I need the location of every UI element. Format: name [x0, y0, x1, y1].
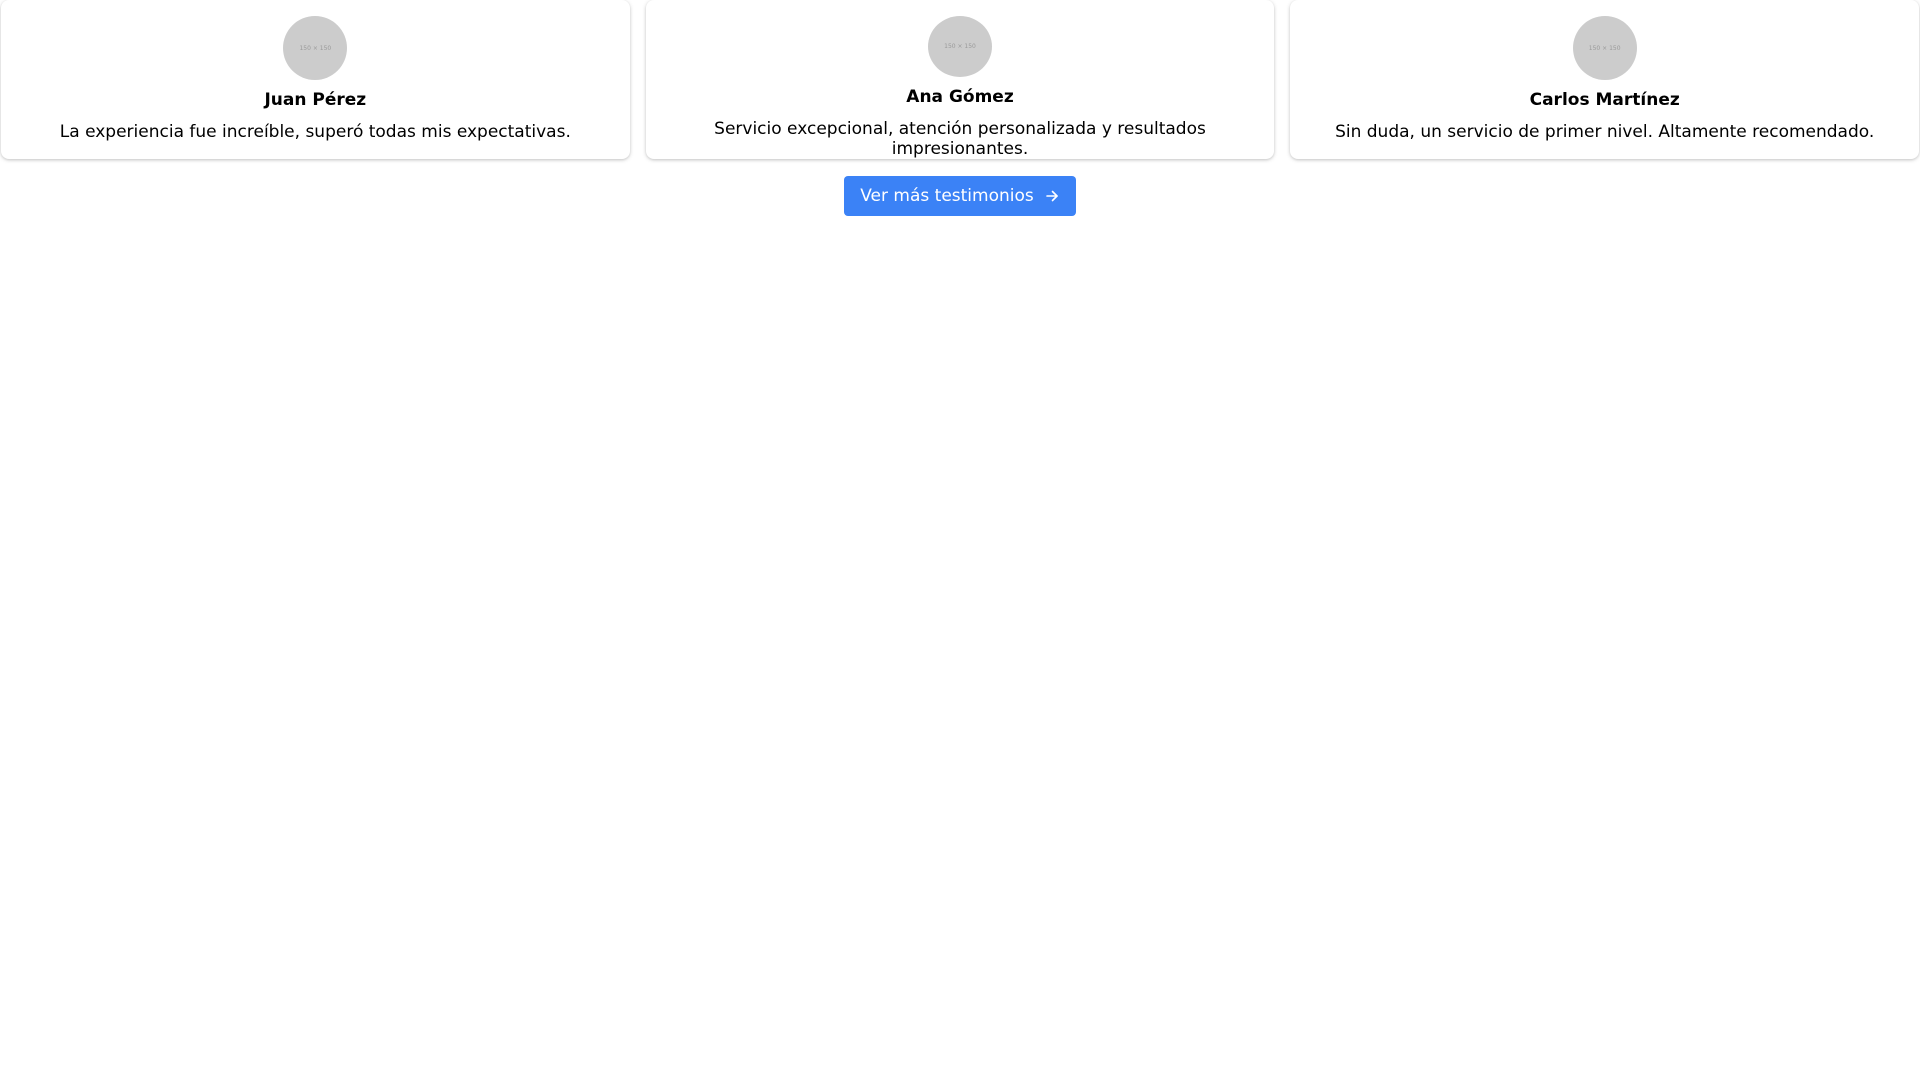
avatar: 150 × 150	[283, 16, 348, 80]
avatar: 150 × 150	[1572, 16, 1637, 80]
testimonials-section: 150 × 150 Juan Pérez La experiencia fue …	[0, 0, 1920, 159]
more-testimonials-label: Ver más testimonios	[860, 186, 1034, 206]
avatar-placeholder-text: 150 × 150	[1588, 44, 1621, 52]
arrow-right-icon	[1044, 188, 1060, 204]
testimonial-card: 150 × 150 Juan Pérez La experiencia fue …	[1, 0, 630, 159]
more-testimonials-button[interactable]: Ver más testimonios	[844, 176, 1076, 216]
testimonial-quote: Servicio excepcional, atención personali…	[714, 119, 1206, 159]
testimonial-author: Carlos Martínez	[1529, 90, 1680, 110]
testimonials-actions: Ver más testimonios	[0, 176, 1920, 216]
testimonial-card: 150 × 150 Ana Gómez Servicio excepcional…	[645, 0, 1275, 159]
avatar-placeholder-text: 150 × 150	[299, 44, 332, 52]
testimonial-card: 150 × 150 Carlos Martínez Sin duda, un s…	[1290, 0, 1920, 159]
avatar-placeholder-text: 150 × 150	[944, 43, 976, 50]
testimonial-quote: La experiencia fue increíble, superó tod…	[59, 122, 571, 142]
testimonial-quote: Sin duda, un servicio de primer nivel. A…	[1335, 122, 1875, 142]
testimonial-author: Ana Gómez	[906, 87, 1014, 107]
testimonial-author: Juan Pérez	[264, 90, 367, 110]
avatar: 150 × 150	[928, 16, 992, 77]
